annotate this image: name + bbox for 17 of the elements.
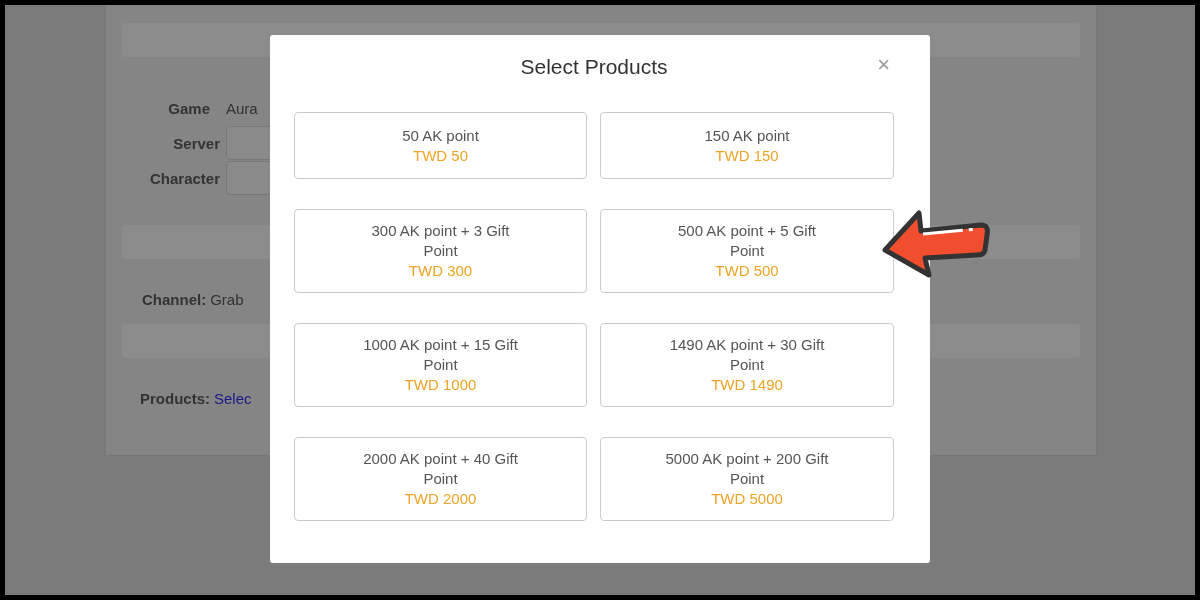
field-label: Game (167, 100, 211, 117)
product-option[interactable]: 50 AK point TWD 50 (294, 112, 587, 179)
select-link[interactable]: Selec (214, 390, 252, 407)
field-label: Server (172, 134, 220, 152)
products-label: Products: (140, 390, 210, 407)
channel-value: Grab (210, 291, 244, 308)
product-option[interactable]: 300 AK point + 3 Gift Point TWD 300 (294, 209, 587, 293)
product-option[interactable]: 1000 AK point + 15 Gift Point TWD 1000 (294, 323, 587, 407)
field-label: Character (148, 169, 220, 187)
modal-title: Select Products (520, 55, 668, 80)
product-option[interactable]: 1490 AK point + 30 Gift Point TWD 1490 (600, 323, 894, 407)
product-option[interactable]: 2000 AK point + 40 Gift Point TWD 2000 (294, 437, 587, 521)
product-option[interactable]: 5000 AK point + 200 Gift Point TWD 5000 (600, 437, 894, 521)
product-option[interactable]: 150 AK point TWD 150 (600, 112, 894, 179)
field-value: Aura (226, 99, 259, 119)
channel-label: Channel: (142, 291, 207, 308)
product-option[interactable]: 500 AK point + 5 Gift Point TWD 500 (600, 209, 894, 293)
